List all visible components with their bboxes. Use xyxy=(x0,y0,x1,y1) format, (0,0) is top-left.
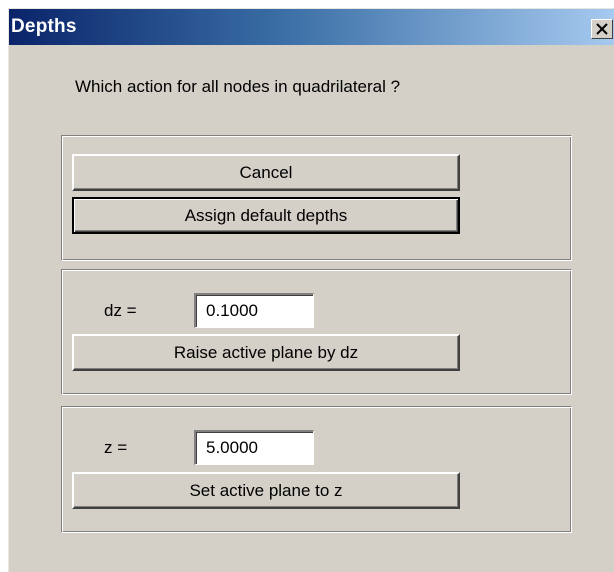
z-input[interactable] xyxy=(194,430,314,465)
z-label: z = xyxy=(104,438,128,457)
assign-default-depths-button[interactable]: Assign default depths xyxy=(72,197,460,234)
raise-active-plane-button[interactable]: Raise active plane by dz xyxy=(72,334,460,371)
set-active-plane-button[interactable]: Set active plane to z xyxy=(72,472,460,509)
cancel-button[interactable]: Cancel xyxy=(72,154,460,191)
set-plane-group xyxy=(61,406,572,533)
question-text: Which action for all nodes in quadrilate… xyxy=(75,77,401,96)
close-button[interactable] xyxy=(591,19,613,39)
dz-label: dz = xyxy=(104,301,137,320)
window-title: Depths xyxy=(11,16,77,37)
title-bar[interactable]: Depths xyxy=(9,9,614,45)
raise-plane-group xyxy=(61,269,572,395)
dz-input[interactable] xyxy=(194,293,314,328)
close-icon xyxy=(596,23,608,35)
